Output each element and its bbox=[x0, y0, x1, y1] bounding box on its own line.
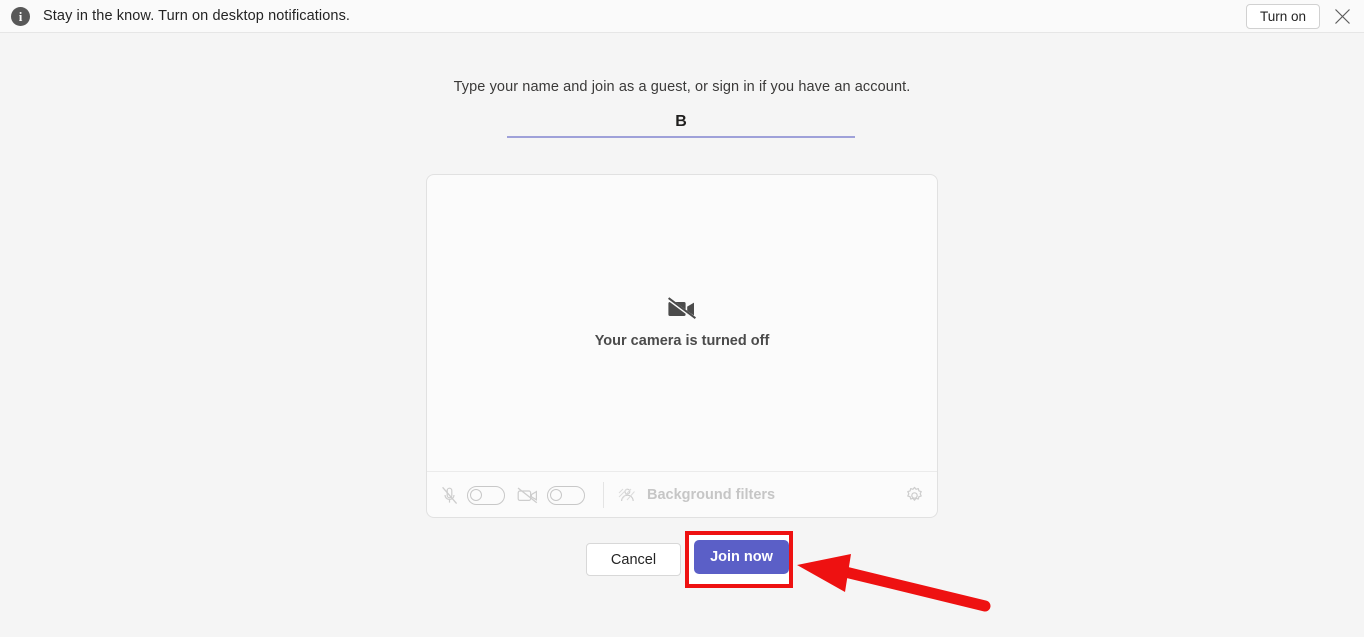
turn-on-notifications-button[interactable]: Turn on bbox=[1245, 3, 1320, 29]
background-filters-button[interactable]: Background filters bbox=[618, 487, 775, 503]
camera-preview-stage: Your camera is turned off bbox=[427, 175, 937, 471]
join-prompt-text: Type your name and join as a guest, or s… bbox=[453, 79, 911, 95]
microphone-muted-icon bbox=[441, 486, 458, 505]
join-now-button[interactable]: Join now bbox=[694, 540, 789, 574]
red-arrow-annotation bbox=[797, 554, 991, 612]
microphone-toggle[interactable] bbox=[467, 485, 505, 505]
settings-button[interactable] bbox=[905, 486, 924, 505]
background-filters-icon bbox=[618, 487, 638, 503]
camera-toggle-knob bbox=[550, 489, 562, 501]
camera-off-label: Your camera is turned off bbox=[594, 333, 770, 349]
join-now-highlight: Join now bbox=[685, 531, 793, 588]
control-bar-divider bbox=[603, 482, 604, 508]
close-banner-button[interactable] bbox=[1320, 0, 1364, 33]
camera-preview-card: Your camera is turned off Background fil… bbox=[426, 174, 938, 518]
camera-toggle[interactable] bbox=[547, 485, 585, 505]
notification-banner: i Stay in the know. Turn on desktop noti… bbox=[0, 0, 1364, 33]
banner-actions: Turn on bbox=[1245, 0, 1364, 33]
preview-control-bar: Background filters bbox=[427, 471, 937, 517]
camera-off-icon-small bbox=[517, 486, 538, 504]
gear-icon bbox=[907, 486, 922, 501]
guest-name-input[interactable] bbox=[507, 110, 855, 138]
info-icon: i bbox=[11, 6, 30, 26]
microphone-toggle-knob bbox=[470, 489, 482, 501]
close-icon bbox=[1334, 8, 1350, 24]
camera-off-icon bbox=[667, 297, 697, 321]
notification-message: Stay in the know. Turn on desktop notifi… bbox=[43, 8, 351, 24]
background-filters-label: Background filters bbox=[647, 487, 776, 503]
cancel-button[interactable]: Cancel bbox=[586, 543, 681, 576]
